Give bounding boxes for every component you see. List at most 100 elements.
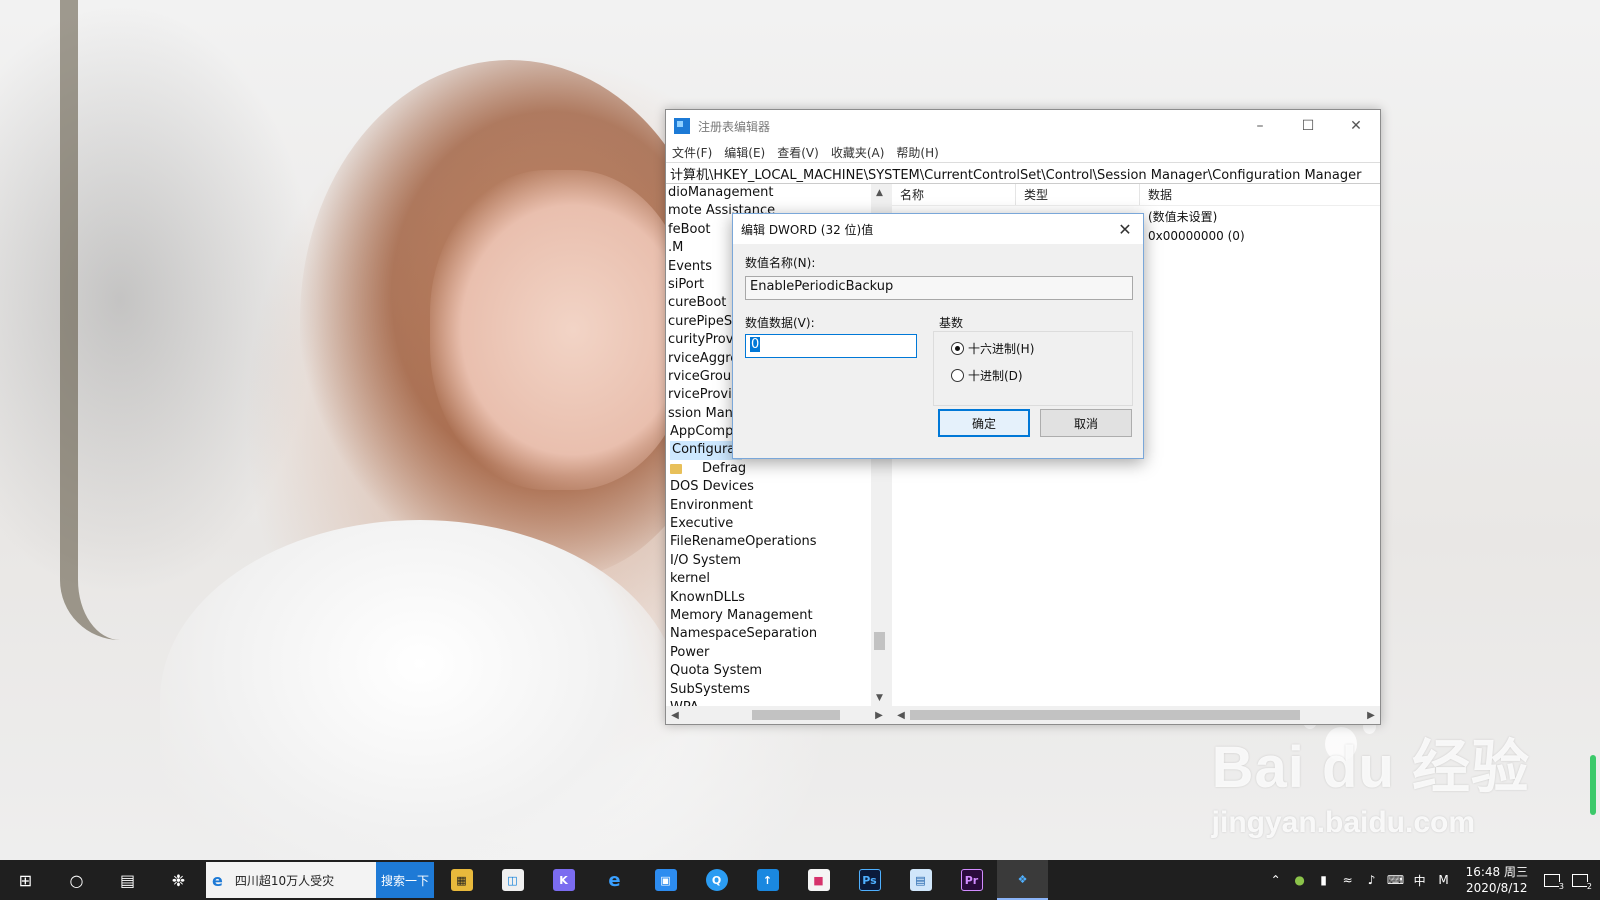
menu-favorites[interactable]: 收藏夹(A) bbox=[831, 144, 885, 161]
volume-icon[interactable]: ♪ bbox=[1360, 873, 1384, 887]
tree-item[interactable]: kernel bbox=[668, 570, 870, 588]
search-button[interactable]: 搜索一下 bbox=[376, 862, 434, 898]
value-data-field[interactable]: 0 bbox=[745, 334, 917, 358]
notification-icon[interactable]: 3 bbox=[1538, 868, 1566, 892]
ime-mode[interactable]: M bbox=[1432, 873, 1456, 887]
ok-button[interactable]: 确定 bbox=[938, 409, 1030, 437]
titlebar[interactable]: 注册表编辑器 – ☐ ✕ bbox=[666, 110, 1380, 142]
cancel-button[interactable]: 取消 bbox=[1040, 409, 1132, 437]
dialog-titlebar[interactable]: 编辑 DWORD (32 位)值 ✕ bbox=[733, 214, 1143, 244]
scroll-up-icon[interactable]: ▲ bbox=[871, 184, 888, 201]
wallpaper-face bbox=[430, 170, 690, 490]
value-data: (数值未设置) bbox=[1148, 209, 1218, 224]
tree-item[interactable]: Executive bbox=[668, 515, 870, 533]
start-icon[interactable]: ⊞ bbox=[0, 860, 51, 900]
gallery-app-icon[interactable]: ■ bbox=[793, 860, 844, 900]
dialog-close-icon[interactable]: ✕ bbox=[1107, 220, 1143, 239]
maximize-button[interactable]: ☐ bbox=[1284, 110, 1332, 142]
photoshop-icon[interactable]: Ps bbox=[844, 860, 895, 900]
clock[interactable]: 16:48 周三 2020/8/12 bbox=[1466, 864, 1528, 896]
file-explorer-icon[interactable]: ▦ bbox=[436, 860, 487, 900]
store-icon[interactable]: ◫ bbox=[487, 860, 538, 900]
qq-browser-icon[interactable]: Q bbox=[691, 860, 742, 900]
menu-file[interactable]: 文件(F) bbox=[672, 144, 712, 161]
tree-item[interactable]: WPA bbox=[668, 699, 870, 706]
tree-item-label: NamespaceSeparation bbox=[670, 626, 818, 642]
radio-hex-circle[interactable] bbox=[951, 342, 964, 355]
minimize-button[interactable]: – bbox=[1236, 110, 1284, 142]
list-hscroll[interactable]: ◀ ▶ bbox=[892, 706, 1380, 724]
calendar-app-icon[interactable]: ▣ bbox=[640, 860, 691, 900]
system-tray: ⌃ ● ▮ ≈ ♪ ⌨ 中 M 16:48 周三 2020/8/12 3 2 bbox=[1264, 860, 1600, 900]
radio-hex[interactable]: 十六进制(H) bbox=[951, 340, 1034, 357]
scroll-right-icon[interactable]: ▶ bbox=[870, 710, 888, 721]
pinwheel-app-icon[interactable]: ❉ bbox=[153, 860, 204, 900]
value-name-field[interactable]: EnablePeriodicBackup bbox=[745, 276, 1133, 300]
ime-indicator[interactable]: 中 bbox=[1408, 872, 1432, 889]
tree-item[interactable]: NamespaceSeparation bbox=[668, 625, 870, 643]
tree-item[interactable]: Quota System bbox=[668, 662, 870, 680]
menu-view[interactable]: 查看(V) bbox=[777, 144, 819, 161]
clock-time: 16:48 周三 bbox=[1465, 865, 1528, 879]
tree-item[interactable]: DOS Devices bbox=[668, 478, 870, 496]
battery-icon[interactable]: ▮ bbox=[1312, 873, 1336, 887]
arrow-app-icon[interactable]: ↑ bbox=[742, 860, 793, 900]
search-box[interactable]: e 四川超10万人受灾 bbox=[206, 862, 376, 898]
tree-item-label: Environment bbox=[670, 497, 754, 513]
scroll-left-icon[interactable]: ◀ bbox=[892, 710, 910, 721]
list-hscroll-thumb[interactable] bbox=[910, 710, 1300, 720]
ie-icon: e bbox=[212, 870, 223, 890]
scroll-right-icon[interactable]: ▶ bbox=[1362, 710, 1380, 721]
action-center-icon[interactable]: 2 bbox=[1566, 868, 1594, 892]
tree-item[interactable]: KnownDLLs bbox=[668, 589, 870, 607]
value-name-label: 数值名称(N): bbox=[745, 256, 816, 270]
cortana-icon[interactable]: ○ bbox=[51, 860, 102, 900]
tree-vscroll-thumb[interactable] bbox=[874, 632, 885, 650]
tree-item[interactable]: SubSystems bbox=[668, 681, 870, 699]
wallpaper-sweater bbox=[160, 520, 680, 880]
tree-item-label: curePipeSe bbox=[668, 313, 741, 329]
premiere-icon[interactable]: Pr bbox=[946, 860, 997, 900]
tree-hscroll[interactable]: ◀ ▶ bbox=[666, 706, 888, 724]
close-button[interactable]: ✕ bbox=[1332, 110, 1380, 142]
menu-help[interactable]: 帮助(H) bbox=[896, 144, 938, 161]
list-header: 名称 类型 数据 bbox=[892, 184, 1380, 206]
col-type-header[interactable]: 类型 bbox=[1016, 184, 1140, 205]
tree-item[interactable]: FileRenameOperations bbox=[668, 533, 870, 551]
address-bar[interactable]: 计算机\HKEY_LOCAL_MACHINE\SYSTEM\CurrentCon… bbox=[666, 162, 1380, 184]
tree-item-label: curityProvi bbox=[668, 332, 738, 348]
task-view-icon[interactable]: ▤ bbox=[102, 860, 153, 900]
edge-scroll-indicator bbox=[1590, 755, 1596, 815]
tree-item[interactable]: Memory Management bbox=[668, 607, 870, 625]
tree-item[interactable]: I/O System bbox=[668, 552, 870, 570]
value-data-text: 0 bbox=[750, 337, 761, 352]
radio-dec[interactable]: 十进制(D) bbox=[951, 367, 1023, 384]
security-icon[interactable]: ● bbox=[1288, 873, 1312, 887]
tree-item[interactable]: dioManagement bbox=[668, 184, 870, 202]
kotlin-app-icon[interactable]: K bbox=[538, 860, 589, 900]
wifi-icon[interactable]: ≈ bbox=[1336, 873, 1360, 887]
regedit-taskbar-icon[interactable]: ❖ bbox=[997, 860, 1048, 900]
keyboard-icon[interactable]: ⌨ bbox=[1384, 873, 1408, 887]
menu-edit[interactable]: 编辑(E) bbox=[724, 144, 765, 161]
radio-dec-label: 十进制(D) bbox=[968, 369, 1023, 383]
tree-item-label: Executive bbox=[670, 516, 734, 532]
tree-item-label: AppComp bbox=[670, 424, 734, 440]
regedit-icon bbox=[674, 118, 690, 134]
tree-item[interactable]: Power bbox=[668, 644, 870, 662]
scroll-down-icon[interactable]: ▼ bbox=[871, 689, 888, 706]
tree-item[interactable]: Environment bbox=[668, 497, 870, 515]
col-data-header[interactable]: 数据 bbox=[1140, 184, 1380, 205]
radio-dec-circle[interactable] bbox=[951, 369, 964, 382]
wallpaper-hose bbox=[60, 0, 150, 640]
edge-icon[interactable]: e bbox=[589, 860, 640, 900]
chevron-up-icon[interactable]: ⌃ bbox=[1264, 873, 1288, 887]
edit-dword-dialog: 编辑 DWORD (32 位)值 ✕ 数值名称(N): EnablePeriod… bbox=[732, 213, 1144, 459]
scroll-left-icon[interactable]: ◀ bbox=[666, 710, 684, 721]
col-name-header[interactable]: 名称 bbox=[892, 184, 1016, 205]
tree-hscroll-thumb[interactable] bbox=[752, 710, 840, 720]
window-app-icon[interactable]: ▤ bbox=[895, 860, 946, 900]
folder-icon bbox=[670, 464, 682, 475]
tree-item[interactable]: Defrag bbox=[668, 460, 870, 478]
tree-item-label: cureBoot bbox=[668, 295, 727, 311]
